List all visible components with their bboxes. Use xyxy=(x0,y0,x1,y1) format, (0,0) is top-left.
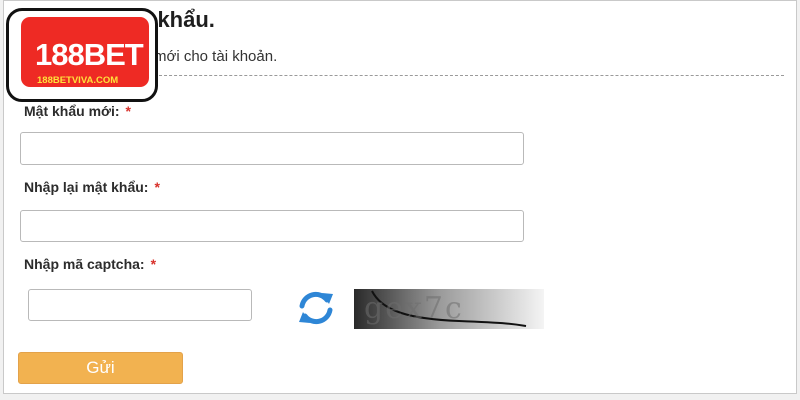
confirm-password-label-text: Nhập lại mật khẩu: xyxy=(24,179,149,195)
captcha-label: Nhập mã captcha: * xyxy=(24,256,156,272)
logo-text: 188BET xyxy=(35,37,144,72)
captcha-label-text: Nhập mã captcha: xyxy=(24,256,145,272)
required-mark: * xyxy=(154,179,160,195)
captcha-image: gex7c xyxy=(354,289,544,329)
new-password-label: Mật khẩu mới: * xyxy=(24,103,131,119)
new-password-label-text: Mật khẩu mới: xyxy=(24,103,120,119)
submit-button[interactable]: Gửi xyxy=(18,352,183,384)
required-mark: * xyxy=(125,103,131,119)
page-subtitle: mới cho tài khoản. xyxy=(154,48,278,65)
confirm-password-label: Nhập lại mật khẩu: * xyxy=(24,179,160,195)
required-mark: * xyxy=(150,256,157,272)
captcha-text: gex7c xyxy=(364,291,464,326)
refresh-icon xyxy=(299,291,333,325)
divider xyxy=(154,75,784,76)
logo-subtext: 188BETVIVA.COM xyxy=(37,75,119,86)
new-password-input[interactable] xyxy=(20,132,524,165)
captcha-input[interactable] xyxy=(28,289,252,321)
logo-badge: 188BET 188BETVIVA.COM xyxy=(21,17,149,87)
confirm-password-input[interactable] xyxy=(20,210,524,242)
brand-logo: 188BET 188BETVIVA.COM xyxy=(6,8,158,102)
refresh-captcha-button[interactable] xyxy=(293,288,339,328)
